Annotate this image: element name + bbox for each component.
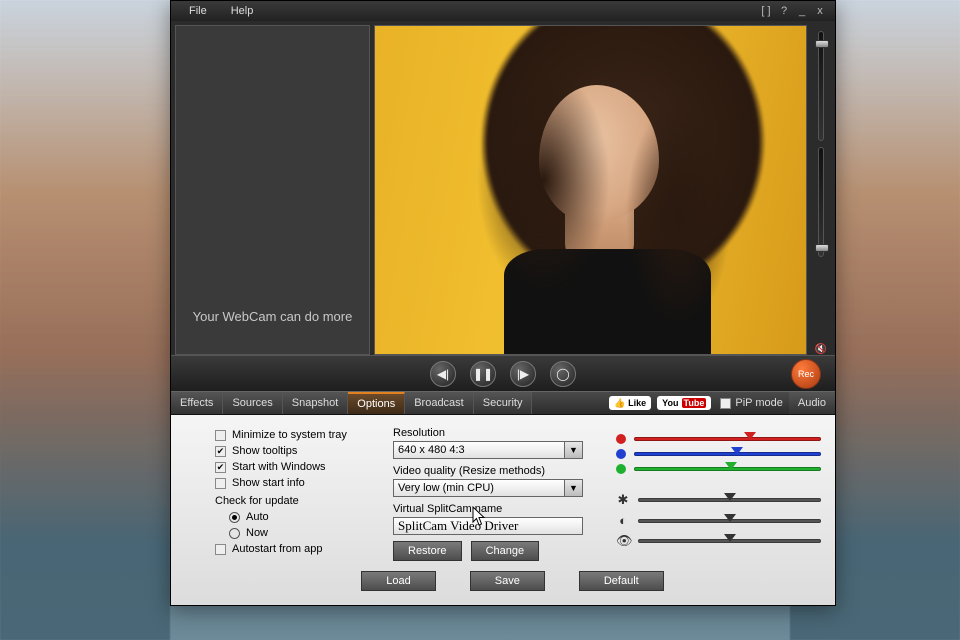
zoom-slider-bottom[interactable] — [818, 147, 824, 257]
adjust-icon: ✱ — [616, 492, 630, 508]
transport-bar: ◀| ❚❚ |▶ ◯ Rec — [171, 355, 835, 391]
menu-help[interactable]: Help — [219, 5, 266, 17]
adjust-icon: 👁 — [616, 533, 630, 549]
cb-minimize[interactable] — [215, 430, 226, 441]
titlebar-minimize-icon[interactable]: _ — [793, 5, 811, 17]
check-for-update-label: Check for update — [215, 495, 375, 507]
tab-audio[interactable]: Audio — [789, 392, 835, 414]
cb-startinfo[interactable] — [215, 478, 226, 489]
save-button[interactable]: Save — [470, 571, 545, 591]
virtual-name-input[interactable]: SplitCam Video Driver — [393, 517, 583, 535]
slider-gamma[interactable]: 👁 — [616, 533, 821, 549]
tab-snapshot[interactable]: Snapshot — [283, 392, 348, 414]
virtual-name-label: Virtual SplitCam name — [393, 503, 598, 515]
pip-checkbox[interactable] — [720, 398, 731, 409]
resolution-combo[interactable]: 640 x 480 4:3 ▼ — [393, 441, 583, 459]
thumbs-up-icon: 👍 — [614, 398, 625, 409]
pip-label: PiP mode — [735, 397, 783, 409]
tab-effects[interactable]: Effects — [171, 392, 223, 414]
chevron-down-icon: ▼ — [564, 480, 582, 496]
color-dot-icon — [616, 434, 626, 444]
speaker-icon[interactable]: 🔇 — [815, 344, 827, 355]
tab-bar: Effects Sources Snapshot Options Broadca… — [171, 391, 835, 415]
pause-button[interactable]: ❚❚ — [470, 361, 496, 387]
tab-options[interactable]: Options — [348, 392, 405, 414]
options-panel: Minimize to system tray ✔Show tooltips ✔… — [171, 415, 835, 605]
quality-label: Video quality (Resize methods) — [393, 465, 598, 477]
tab-broadcast[interactable]: Broadcast — [405, 392, 474, 414]
cb-autostart[interactable] — [215, 544, 226, 555]
restore-button[interactable]: Restore — [393, 541, 462, 561]
titlebar-close-icon[interactable]: x — [811, 5, 829, 17]
load-button[interactable]: Load — [361, 571, 435, 591]
splitcam-window: File Help [ ] ? _ x Your WebCam can do m… — [170, 0, 836, 606]
tagline-text: Your WebCam can do more — [193, 309, 353, 324]
effects-list-panel: Your WebCam can do more — [175, 25, 370, 355]
like-button[interactable]: 👍 Like — [609, 396, 651, 410]
titlebar-bracket-icon[interactable]: [ ] — [757, 5, 775, 17]
quality-combo[interactable]: Very low (min CPU) ▼ — [393, 479, 583, 497]
menubar: File Help [ ] ? _ x — [171, 1, 835, 21]
prev-button[interactable]: ◀| — [430, 361, 456, 387]
chevron-down-icon: ▼ — [564, 442, 582, 458]
desktop-wallpaper-left — [0, 0, 170, 640]
cb-tooltips[interactable]: ✔ — [215, 446, 226, 457]
cb-startwin[interactable]: ✔ — [215, 462, 226, 473]
adjust-icon: ◐ — [616, 513, 630, 528]
slider-blue[interactable] — [616, 449, 821, 459]
slider-contrast[interactable]: ◐ — [616, 513, 821, 528]
tab-sources[interactable]: Sources — [223, 392, 282, 414]
resolution-label: Resolution — [393, 427, 598, 439]
slider-red[interactable] — [616, 434, 821, 444]
tab-security[interactable]: Security — [474, 392, 533, 414]
zoom-slider-top[interactable] — [818, 31, 824, 141]
color-dot-icon — [616, 464, 626, 474]
rb-auto[interactable] — [229, 512, 240, 523]
rb-now[interactable] — [229, 528, 240, 539]
menu-file[interactable]: File — [177, 5, 219, 17]
slider-brightness[interactable]: ✱ — [616, 492, 821, 508]
next-button[interactable]: |▶ — [510, 361, 536, 387]
slider-green[interactable] — [616, 464, 821, 474]
color-dot-icon — [616, 449, 626, 459]
snapshot-button[interactable]: ◯ — [550, 361, 576, 387]
titlebar-help-icon[interactable]: ? — [775, 5, 793, 17]
record-button[interactable]: Rec — [791, 359, 821, 389]
video-preview — [374, 25, 807, 355]
change-button[interactable]: Change — [471, 541, 540, 561]
youtube-button[interactable]: YouTube — [657, 396, 711, 410]
